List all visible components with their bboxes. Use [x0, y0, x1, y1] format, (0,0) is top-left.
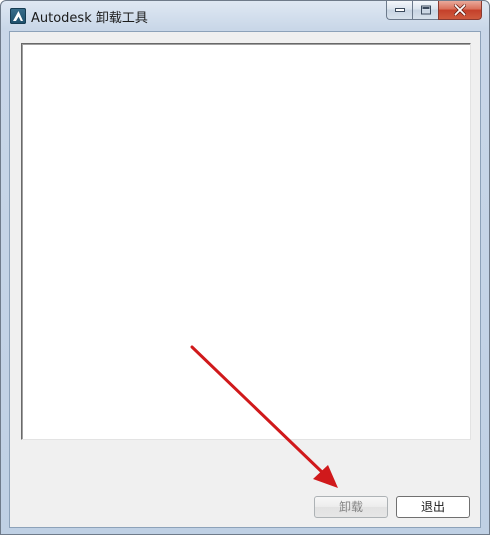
- uninstall-button[interactable]: 卸载: [314, 496, 388, 518]
- products-listbox[interactable]: [21, 43, 471, 440]
- minimize-button[interactable]: [386, 1, 412, 20]
- uninstall-tool-window: Autodesk 卸载工具 卸载 退出: [0, 0, 490, 535]
- minimize-icon: [394, 8, 405, 12]
- autodesk-logo-icon: [10, 8, 26, 24]
- caption-buttons: [386, 1, 482, 21]
- close-button[interactable]: [438, 1, 482, 20]
- close-icon: [454, 4, 466, 16]
- window-title: Autodesk 卸载工具: [31, 11, 148, 26]
- exit-button[interactable]: 退出: [396, 496, 470, 518]
- client-area: 卸载 退出: [9, 31, 481, 528]
- title-bar[interactable]: Autodesk 卸载工具: [1, 1, 489, 30]
- maximize-button[interactable]: [412, 1, 438, 20]
- maximize-icon: [420, 5, 431, 15]
